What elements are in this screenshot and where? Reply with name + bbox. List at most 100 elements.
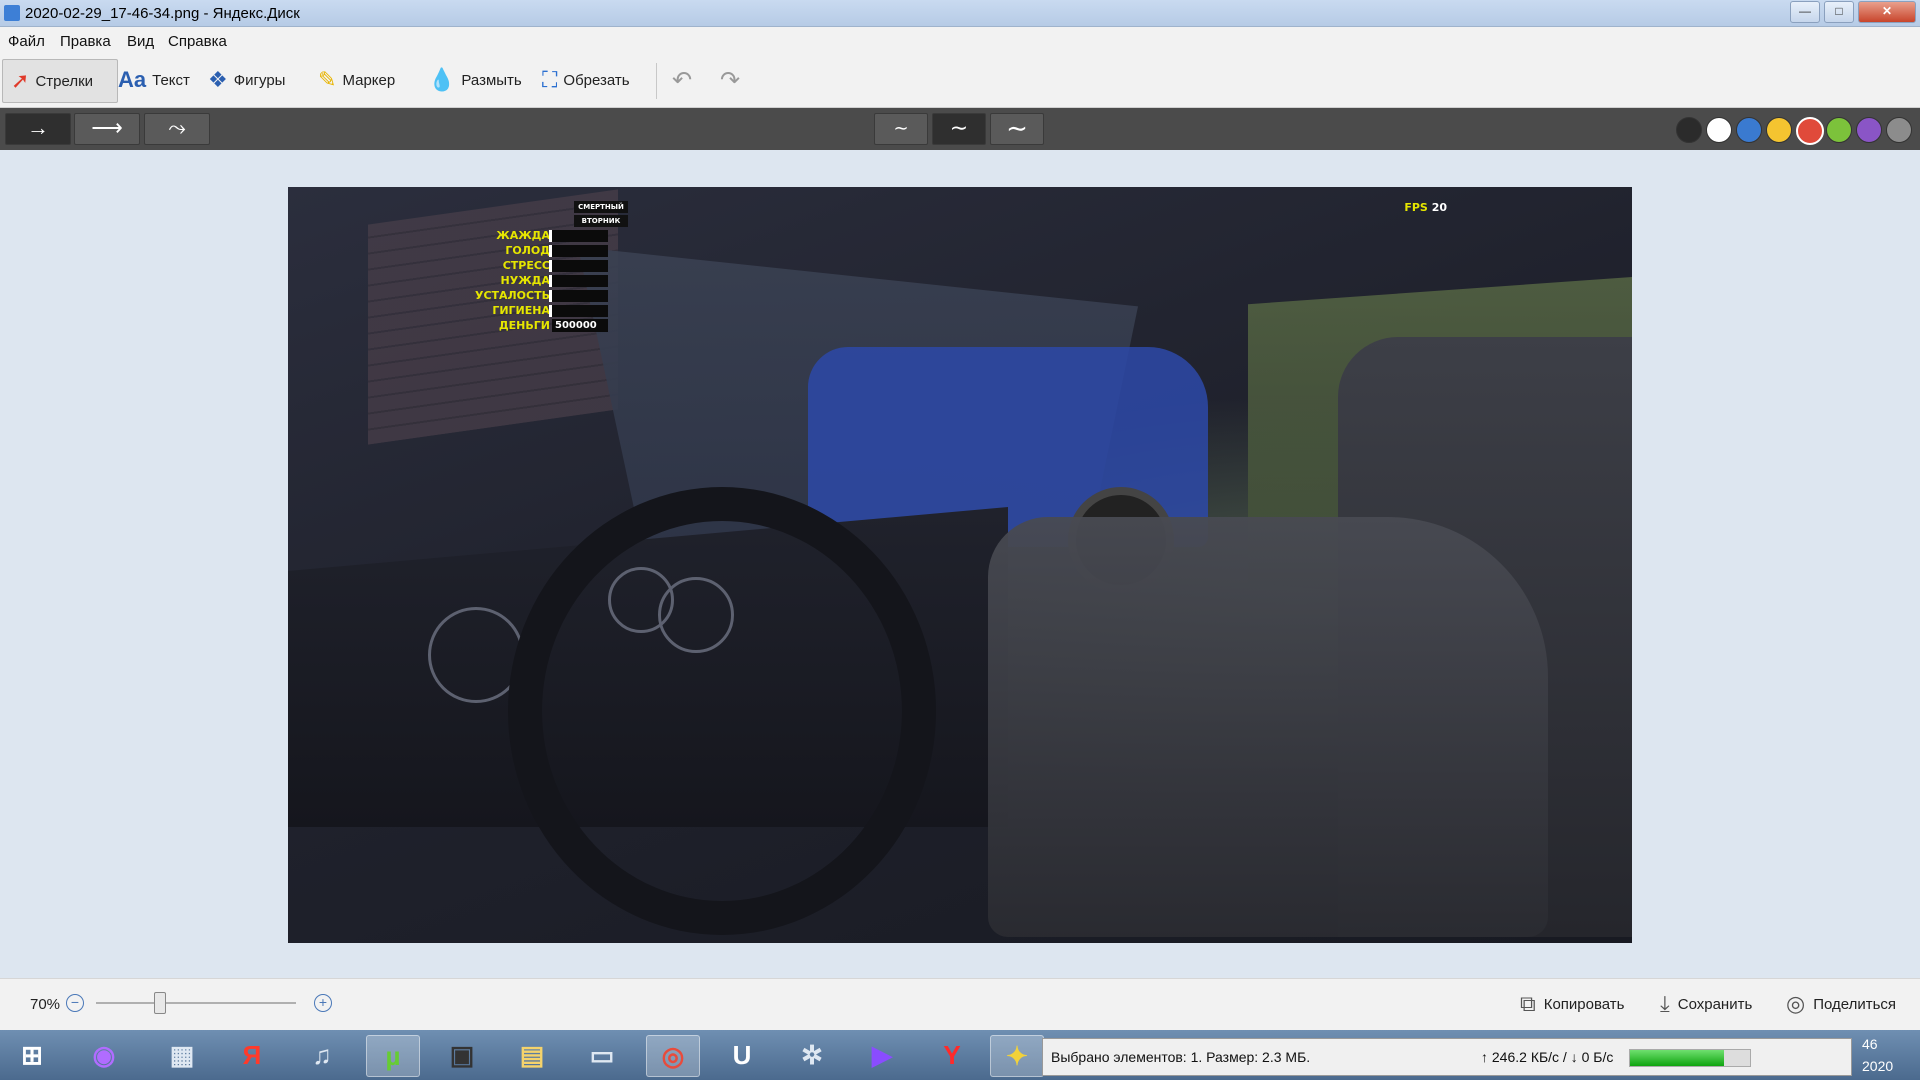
arrow-style-2[interactable]: ⟶ [74, 113, 140, 145]
copy-label: Копировать [1543, 995, 1625, 1013]
fps-counter: FPS 20 [1404, 201, 1447, 214]
zoom-slider-thumb[interactable] [154, 992, 166, 1014]
bottom-bar: 70% − + ⧉ Копировать ⤓ Сохранить ◎ Подел… [0, 978, 1920, 1031]
hud-tag: ВТОРНИК [574, 215, 628, 227]
hud-stat-label: УСТАЛОСТЬ [474, 289, 550, 302]
color-swatch-yellow[interactable] [1766, 117, 1792, 143]
tool-text[interactable]: Aa Текст [118, 59, 190, 101]
color-swatch-purple[interactable] [1856, 117, 1882, 143]
copy-button[interactable]: ⧉ Копировать [1520, 989, 1624, 1019]
media-icon[interactable]: ▶ [856, 1035, 908, 1075]
chrome-icon[interactable]: ◎ [646, 1035, 700, 1077]
file-icon[interactable]: ▭ [576, 1035, 628, 1075]
menu-help[interactable]: Справка [168, 33, 227, 50]
blur-drop-icon: 💧 [428, 67, 456, 92]
hud-stat-bar [549, 260, 608, 272]
minimize-button[interactable]: — [1790, 1, 1820, 23]
progress-bar [1629, 1049, 1751, 1067]
share-label: Поделиться [1813, 995, 1897, 1013]
selection-status: Выбрано элементов: 1. Размер: 2.3 МБ. [1051, 1049, 1311, 1065]
color-swatch-black[interactable] [1676, 117, 1702, 143]
hud-tag: СМЕРТНЫЙ [574, 201, 628, 213]
line-thin[interactable]: ∼ [874, 113, 928, 145]
copy-icon: ⧉ [1520, 991, 1536, 1016]
tool-arrows[interactable]: ➚ Стрелки [2, 59, 118, 103]
calculator-icon[interactable]: ▦ [156, 1035, 208, 1075]
download-icon: ⤓ [1660, 991, 1670, 1016]
color-swatch-white[interactable] [1706, 117, 1732, 143]
hud-stat-row: СТРЕСС [468, 259, 608, 272]
toolbar-separator [656, 63, 657, 99]
hud-money-label: ДЕНЬГИ [498, 319, 550, 332]
utorrent-icon[interactable]: µ [366, 1035, 420, 1077]
tool-crop-label: Обрезать [563, 71, 630, 89]
game2-icon[interactable]: ✦ [990, 1035, 1044, 1077]
alice-icon[interactable]: ◉ [78, 1035, 130, 1075]
undo-icon[interactable]: ↶ [672, 59, 692, 101]
zoom-out-button[interactable]: − [66, 994, 84, 1012]
line-medium[interactable]: ∼ [932, 113, 986, 145]
clock-time: 46 [1862, 1036, 1878, 1052]
system-clock[interactable]: 46 2020 [1856, 1030, 1920, 1080]
hud-money-value: 500000 [552, 319, 608, 332]
share-button[interactable]: ◎ Поделиться [1786, 989, 1896, 1019]
status-bar: Выбрано элементов: 1. Размер: 2.3 МБ. ↑ … [1042, 1038, 1852, 1076]
tool-shapes[interactable]: ❖ Фигуры [208, 59, 285, 101]
tool-crop[interactable]: ⛶ Обрезать [542, 59, 630, 101]
hud-stat-row: ЖАЖДА [468, 229, 608, 242]
hud-stat-bar [549, 275, 608, 287]
progress-fill [1630, 1050, 1724, 1066]
tool-marker-label: Маркер [342, 71, 396, 89]
hud-stat-label: ЖАЖДА [496, 229, 550, 242]
fps-label: FPS [1404, 201, 1428, 214]
save-label: Сохранить [1677, 995, 1753, 1013]
volume-icon[interactable]: ♫ [296, 1035, 348, 1075]
save-button[interactable]: ⤓ Сохранить [1660, 989, 1752, 1019]
zoom-level: 70% [30, 996, 61, 1013]
color-swatch-gray[interactable] [1886, 117, 1912, 143]
hud-stat-row: НУЖДА [468, 274, 608, 287]
tool-shapes-label: Фигуры [233, 71, 286, 89]
transfer-speed: ↑ 246.2 КБ/с / ↓ 0 Б/с [1481, 1049, 1614, 1065]
unreal-icon[interactable]: U [716, 1035, 768, 1075]
hud-stat-bar [549, 230, 608, 242]
hud-stat-label: ГОЛОД [505, 244, 550, 257]
arrow-style-1[interactable]: → [5, 113, 71, 145]
hud-stat-row: ГИГИЕНА [468, 304, 608, 317]
maximize-button[interactable]: □ [1824, 1, 1854, 23]
redo-icon[interactable]: ↷ [720, 59, 740, 101]
menu-file[interactable]: Файл [8, 33, 45, 50]
share-icon: ◎ [1786, 991, 1806, 1016]
yandex-icon[interactable]: Я [226, 1035, 278, 1075]
hud-stat-bar [549, 245, 608, 257]
clock-year: 2020 [1862, 1058, 1894, 1074]
arrow-style-3[interactable]: ⤳ [144, 113, 210, 145]
menu-bar: Файл Правка Вид Справка [0, 27, 1920, 55]
yandex-browser-icon[interactable]: Y [926, 1035, 978, 1075]
tool-marker[interactable]: ✎ Маркер [318, 59, 395, 101]
line-thick[interactable]: ∼ [990, 113, 1044, 145]
marker-icon: ✎ [318, 67, 337, 92]
screenshot-image[interactable]: СМЕРТНЫЙ ВТОРНИК ЖАЖДА ГОЛОД СТРЕСС НУЖД… [288, 187, 1632, 943]
close-button[interactable]: ✕ [1858, 1, 1916, 23]
hud-stat-row: УСТАЛОСТЬ [468, 289, 608, 302]
crop-icon: ⛶ [542, 67, 558, 92]
zoom-slider-track[interactable] [96, 1002, 296, 1004]
tool-arrows-label: Стрелки [35, 72, 94, 90]
app-icon[interactable]: ✲ [786, 1035, 838, 1075]
color-swatch-red[interactable] [1796, 117, 1824, 145]
hud-stat-row: ГОЛОД [468, 244, 608, 257]
game-icon[interactable]: ▣ [436, 1035, 488, 1075]
menu-edit[interactable]: Правка [60, 33, 111, 50]
color-swatch-blue[interactable] [1736, 117, 1762, 143]
hud-stat-label: НУЖДА [500, 274, 550, 287]
fps-value: 20 [1431, 201, 1447, 214]
color-swatch-green[interactable] [1826, 117, 1852, 143]
tool-blur[interactable]: 💧 Размыть [428, 59, 522, 101]
shapes-icon: ❖ [208, 67, 228, 92]
zoom-in-button[interactable]: + [314, 994, 332, 1012]
text-icon: Aa [118, 67, 147, 92]
windows-start-icon[interactable]: ⊞ [6, 1035, 58, 1075]
folder-icon[interactable]: ▤ [506, 1035, 558, 1075]
menu-view[interactable]: Вид [127, 33, 154, 50]
